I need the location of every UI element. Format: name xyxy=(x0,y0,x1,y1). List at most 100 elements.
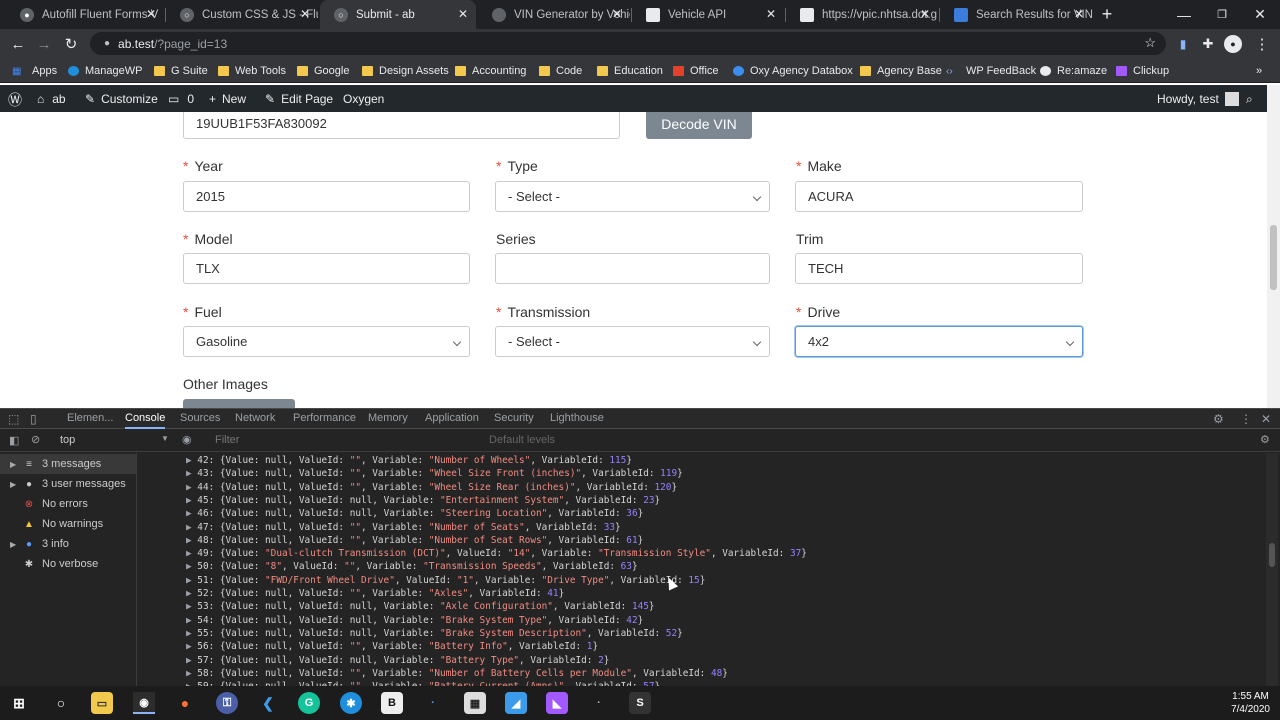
tab-sources[interactable]: Sources xyxy=(180,412,220,424)
bookmark-web-tools[interactable]: Web Tools xyxy=(218,63,286,79)
model-input[interactable]: TLX xyxy=(183,253,470,284)
app-icon[interactable]: B xyxy=(381,692,403,714)
device-toolbar-icon[interactable]: ▯ xyxy=(30,412,37,426)
search-circle-icon[interactable]: ○ xyxy=(50,692,72,714)
series-input[interactable] xyxy=(495,253,770,284)
scrollbar-thumb[interactable] xyxy=(1270,225,1277,290)
wp-new[interactable]: + New xyxy=(209,92,246,106)
wp-edit-page[interactable]: ✎ Edit Page xyxy=(265,92,333,106)
decode-vin-button[interactable]: Decode VIN xyxy=(646,112,752,139)
bookmark-agency-base[interactable]: Agency Base xyxy=(860,63,942,79)
close-tab-icon[interactable]: ✕ xyxy=(458,7,468,21)
make-input[interactable]: ACURA xyxy=(795,181,1083,212)
tab-vin-generator[interactable]: VIN Generator by Vehic ✕ xyxy=(478,0,630,29)
app-icon[interactable]: ◣ xyxy=(546,692,568,714)
file-explorer-icon[interactable]: ▭ xyxy=(91,692,113,714)
app-icon[interactable]: · xyxy=(588,692,610,714)
system-clock[interactable]: 1:55 AM 7/4/2020 xyxy=(1231,690,1270,716)
bookmark-accounting[interactable]: Accounting xyxy=(455,63,526,79)
more-options-icon[interactable]: ⋮ xyxy=(1240,412,1252,426)
tab-submit-ab[interactable]: ○ Submit - ab ✕ xyxy=(320,0,476,29)
console-line[interactable]: ▶ 46: {Value: null, ValueId: null, Varia… xyxy=(186,508,643,519)
close-tab-icon[interactable]: ✕ xyxy=(920,7,930,21)
levels-dropdown[interactable]: Default levels xyxy=(489,434,555,446)
console-line[interactable]: ▶ 43: {Value: null, ValueId: "", Variabl… xyxy=(186,468,683,479)
app-icon[interactable]: ▦ xyxy=(464,692,486,714)
sidebar-item-errors[interactable]: ⊗ No errors xyxy=(0,494,136,514)
bookmark-google[interactable]: Google xyxy=(297,63,349,79)
tab-vpic-nhtsa[interactable]: https://vpic.nhtsa.dot.g ✕ xyxy=(786,0,938,29)
console-scrollbar[interactable] xyxy=(1266,453,1278,687)
console-line[interactable]: ▶ 42: {Value: null, ValueId: "", Variabl… xyxy=(186,455,632,466)
chrome-icon[interactable]: ◉ xyxy=(133,692,155,714)
console-line[interactable]: ▶ 47: {Value: null, ValueId: "", Variabl… xyxy=(186,522,621,533)
puzzle-extensions-icon[interactable]: ✚ xyxy=(1197,33,1219,55)
sidebar-item-messages[interactable]: ▶ ≡ 3 messages xyxy=(0,454,136,474)
vin-input[interactable]: 19UUB1F53FA830092 xyxy=(183,112,620,139)
filter-input[interactable]: Filter xyxy=(215,434,239,446)
year-input[interactable]: 2015 xyxy=(183,181,470,212)
minimize-button[interactable]: — xyxy=(1165,0,1203,29)
bookmark-education[interactable]: Education xyxy=(597,63,663,79)
app-icon[interactable]: · xyxy=(422,692,444,714)
console-line[interactable]: ▶ 49: {Value: "Dual-clutch Transmission … xyxy=(186,548,807,559)
tab-lighthouse[interactable]: Lighthouse xyxy=(550,412,604,424)
tab-security[interactable]: Security xyxy=(494,412,534,424)
wp-howdy[interactable]: Howdy, test xyxy=(1157,92,1239,106)
bookmark-g-suite[interactable]: G Suite xyxy=(154,63,208,79)
firefox-icon[interactable]: ● xyxy=(174,692,196,714)
reload-button[interactable]: ↻ xyxy=(60,33,82,55)
wp-oxygen[interactable]: Oxygen xyxy=(343,92,384,106)
tab-network[interactable]: Network xyxy=(235,412,275,424)
wp-customize[interactable]: ✎ Customize xyxy=(85,92,158,106)
profile-avatar[interactable]: ● xyxy=(1224,35,1242,53)
close-tab-icon[interactable]: ✕ xyxy=(146,7,156,21)
forward-button[interactable]: → xyxy=(33,33,55,55)
console-line[interactable]: ▶ 58: {Value: null, ValueId: "", Variabl… xyxy=(186,668,728,679)
tab-search-results-vin[interactable]: Search Results for VIN ✕ xyxy=(940,0,1092,29)
console-line[interactable]: ▶ 51: {Value: "FWD/Front Wheel Drive", V… xyxy=(186,575,705,586)
trim-input[interactable]: TECH xyxy=(795,253,1083,284)
tab-custom-css-js[interactable]: ○ Custom CSS & JS - Flu ✕ xyxy=(166,0,318,29)
console-line[interactable]: ▶ 44: {Value: null, ValueId: "", Variabl… xyxy=(186,482,677,493)
scrollbar-thumb[interactable] xyxy=(1269,543,1275,567)
bookmark-oxy-agency-databox[interactable]: Oxy Agency Databox xyxy=(733,63,853,79)
console-line[interactable]: ▶ 54: {Value: null, ValueId: null, Varia… xyxy=(186,615,643,626)
tab-autofill-fluent-forms[interactable]: ● Autofill Fluent Forms V ✕ xyxy=(6,0,164,29)
windows-start-icon[interactable]: ⊞ xyxy=(8,692,30,714)
tab-elements[interactable]: Elemen... xyxy=(67,412,113,424)
close-window-button[interactable]: ✕ xyxy=(1241,0,1279,29)
close-tab-icon[interactable]: ✕ xyxy=(300,7,310,21)
bookmark-star-icon[interactable]: ☆ xyxy=(1144,35,1156,51)
console-line[interactable]: ▶ 57: {Value: null, ValueId: null, Varia… xyxy=(186,655,609,666)
console-line[interactable]: ▶ 55: {Value: null, ValueId: null, Varia… xyxy=(186,628,683,639)
bookmark-office[interactable]: Office xyxy=(673,63,719,79)
wp-comments[interactable]: ▭ 0 xyxy=(168,92,194,106)
bookmark-design-assets[interactable]: Design Assets xyxy=(362,63,449,79)
close-tab-icon[interactable]: ✕ xyxy=(612,7,622,21)
context-select[interactable]: top xyxy=(60,434,75,446)
app-icon[interactable]: S xyxy=(629,692,651,714)
sidebar-item-info[interactable]: ▶ ● 3 info xyxy=(0,534,136,554)
close-devtools-icon[interactable]: ✕ xyxy=(1261,412,1271,426)
inspect-element-icon[interactable]: ⬚ xyxy=(8,412,19,426)
grammarly-icon[interactable]: G xyxy=(298,692,320,714)
fuel-select[interactable]: Gasoline xyxy=(183,326,470,357)
bookmarks-overflow-icon[interactable]: » xyxy=(1256,63,1262,79)
sidebar-item-user-messages[interactable]: ▶ ● 3 user messages xyxy=(0,474,136,494)
wordpress-logo-icon[interactable]: Ⓦ xyxy=(8,90,22,110)
sidebar-toggle-icon[interactable]: ◧ xyxy=(9,434,19,447)
bookmark-code[interactable]: Code xyxy=(539,63,582,79)
new-tab-button[interactable]: + xyxy=(1094,0,1120,29)
sidebar-item-verbose[interactable]: ✱ No verbose xyxy=(0,554,136,574)
chrome-menu-icon[interactable]: ⋮ xyxy=(1251,33,1273,55)
upload-button[interactable] xyxy=(183,399,295,408)
clear-console-icon[interactable]: ⊘ xyxy=(31,433,40,446)
bookmark-managewp[interactable]: ManageWP xyxy=(68,63,142,79)
close-tab-icon[interactable]: ✕ xyxy=(1074,7,1084,21)
maximize-button[interactable]: ❐ xyxy=(1203,0,1241,29)
console-line[interactable]: ▶ 50: {Value: "8", ValueId: "", Variable… xyxy=(186,561,638,572)
app-icon[interactable]: ✱ xyxy=(340,692,362,714)
tab-memory[interactable]: Memory xyxy=(368,412,408,424)
console-line[interactable]: ▶ 53: {Value: null, ValueId: null, Varia… xyxy=(186,601,655,612)
